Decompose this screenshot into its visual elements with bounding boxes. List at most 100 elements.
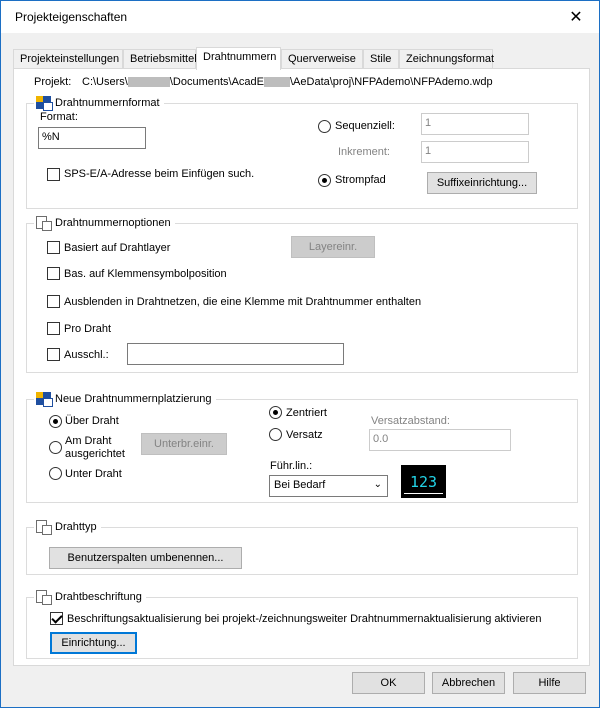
by-layer-checkbox[interactable] <box>47 241 60 254</box>
placement-flag-icon <box>36 392 53 407</box>
offset-label: Versatz <box>286 429 323 441</box>
redacted-username <box>127 77 170 88</box>
plc-address-label: SPS-E/A-Adresse beim Einfügen such. <box>64 168 255 180</box>
below-wire-radio[interactable] <box>49 467 62 480</box>
wire-number-preview: 123 <box>401 465 446 498</box>
line-reference-label: Strompfad <box>335 174 386 186</box>
preview-text: 123 <box>409 472 438 491</box>
group-title: Drahtbeschriftung <box>55 590 142 603</box>
cancel-button[interactable]: Abbrechen <box>432 672 505 694</box>
terminal-position-checkbox[interactable] <box>47 267 60 280</box>
button-label: Benutzerspalten umbenennen... <box>67 552 224 564</box>
title-bar: Projekteigenschaften ✕ <box>1 1 599 33</box>
button-label: Hilfe <box>538 677 561 689</box>
sequential-radio[interactable] <box>318 120 331 133</box>
tab-project-settings[interactable]: Projekteinstellungen <box>13 49 123 69</box>
terminal-position-label: Bas. auf Klemmensymbolposition <box>64 268 227 280</box>
path-suffix: \AeData\proj\NFPAdemo\NFPAdemo.wdp <box>290 76 493 88</box>
tab-components[interactable]: Betriebsmittel <box>123 49 197 69</box>
per-wire-label: Pro Draht <box>64 323 112 335</box>
suffix-setup-button[interactable]: Suffixeinrichtung... <box>427 172 537 194</box>
tab-label: Querverweise <box>288 53 356 65</box>
leader-value: Bei Bedarf <box>274 479 326 491</box>
hide-in-nets-checkbox[interactable] <box>47 295 60 308</box>
increment-input[interactable]: 1 <box>421 141 529 163</box>
wirenumber-format-header: Drahtnummernformat <box>34 96 164 111</box>
button-label: Abbrechen <box>441 677 496 689</box>
tab-cross-references[interactable]: Querverweise <box>281 49 363 69</box>
centered-radio[interactable] <box>269 406 282 419</box>
increment-label: Inkrement: <box>338 146 390 158</box>
wiretype-header: Drahttyp <box>34 520 101 535</box>
group-title: Drahtnummernoptionen <box>55 216 171 229</box>
above-wire-label: Über Draht <box>65 415 119 427</box>
below-wire-label: Unter Draht <box>65 468 122 480</box>
leader-label: Führ.lin.: <box>270 460 313 472</box>
format-value: %N <box>42 131 60 143</box>
plc-address-checkbox[interactable] <box>47 168 60 181</box>
group-title: Drahttyp <box>55 520 97 533</box>
exclude-input[interactable] <box>127 343 344 365</box>
wire-numbers-panel: Projekt: C:\Users\ \Documents\AcadE \AeDat… <box>13 68 590 666</box>
hide-in-nets-label: Ausblenden in Drahtnetzen, die eine Klem… <box>64 296 422 308</box>
exclude-label: Ausschl.: <box>64 349 109 361</box>
update-labels-checkbox[interactable] <box>50 612 63 625</box>
sequential-value: 1 <box>425 117 432 129</box>
project-path: C:\Users\ \Documents\AcadE \AeData\proj\NF… <box>82 76 493 88</box>
button-label: Unterbr.einr. <box>154 438 214 450</box>
exclude-checkbox[interactable] <box>47 348 60 361</box>
offset-distance-label: Versatzabstand: <box>371 415 450 427</box>
button-label: Layereinr. <box>308 241 358 253</box>
rename-user-columns-button[interactable]: Benutzerspalten umbenennen... <box>49 547 242 569</box>
tab-label: Betriebsmittel <box>130 53 197 65</box>
tab-styles[interactable]: Stile <box>363 49 399 69</box>
inline-line-2: ausgerichtet <box>65 448 125 460</box>
per-wire-checkbox[interactable] <box>47 322 60 335</box>
offset-distance-input[interactable]: 0.0 <box>369 429 511 451</box>
help-button[interactable]: Hilfe <box>513 672 586 694</box>
path-mid: \Documents\AcadE <box>169 76 264 88</box>
ok-button[interactable]: OK <box>352 672 425 694</box>
button-label: Suffixeinrichtung... <box>436 177 528 189</box>
button-label: OK <box>380 677 397 689</box>
tab-label: Drahtnummern <box>203 51 277 63</box>
sequential-input[interactable]: 1 <box>421 113 529 135</box>
tab-drawing-format[interactable]: Zeichnungsformat <box>399 49 495 69</box>
redacted-version <box>264 77 290 88</box>
update-labels-label: Beschriftungsaktualisierung bei projekt-… <box>67 613 542 625</box>
inline-line-1: Am Draht <box>65 435 112 447</box>
inline-wire-radio[interactable] <box>49 441 62 454</box>
format-input[interactable]: %N <box>38 127 146 149</box>
page-copy-icon <box>36 216 52 231</box>
offset-radio[interactable] <box>269 428 282 441</box>
button-label: Einrichtung... <box>61 637 126 649</box>
project-properties-dialog: Projekteigenschaften ✕ Projekteinstellun… <box>0 0 600 708</box>
leader-select[interactable]: Bei Bedarf ⌄ <box>269 475 388 497</box>
project-label: Projekt: <box>34 76 72 88</box>
line-reference-radio[interactable] <box>318 174 331 187</box>
offset-distance-value: 0.0 <box>373 433 389 445</box>
page-copy-icon <box>36 520 52 535</box>
tab-wire-numbers[interactable]: Drahtnummern <box>196 47 281 70</box>
centered-label: Zentriert <box>286 407 327 419</box>
chevron-down-icon: ⌄ <box>373 479 382 490</box>
path-prefix: C:\Users\ <box>82 76 128 88</box>
tab-label: Projekteinstellungen <box>20 53 120 65</box>
setup-button[interactable]: Einrichtung... <box>50 632 137 654</box>
layer-setup-button[interactable]: Layereinr. <box>291 236 375 258</box>
tab-label: Stile <box>370 53 392 65</box>
window-title: Projekteigenschaften <box>15 10 128 24</box>
placement-header: Neue Drahtnummernplatzierung <box>34 392 216 407</box>
group-title: Drahtnummernformat <box>55 96 160 109</box>
increment-value: 1 <box>425 145 432 157</box>
format-label: Format: <box>40 111 78 123</box>
above-wire-radio[interactable] <box>49 415 62 428</box>
wirenumber-options-header: Drahtnummernoptionen <box>34 216 175 231</box>
inline-wire-label: Am Draht ausgerichtet <box>65 435 125 461</box>
wirenumber-flag-icon <box>36 96 53 111</box>
by-layer-label: Basiert auf Drahtlayer <box>64 242 171 254</box>
gap-setup-button[interactable]: Unterbr.einr. <box>141 433 227 455</box>
close-icon[interactable]: ✕ <box>561 5 591 29</box>
tab-label: Zeichnungsformat <box>406 53 495 65</box>
page-copy-icon <box>36 590 52 605</box>
